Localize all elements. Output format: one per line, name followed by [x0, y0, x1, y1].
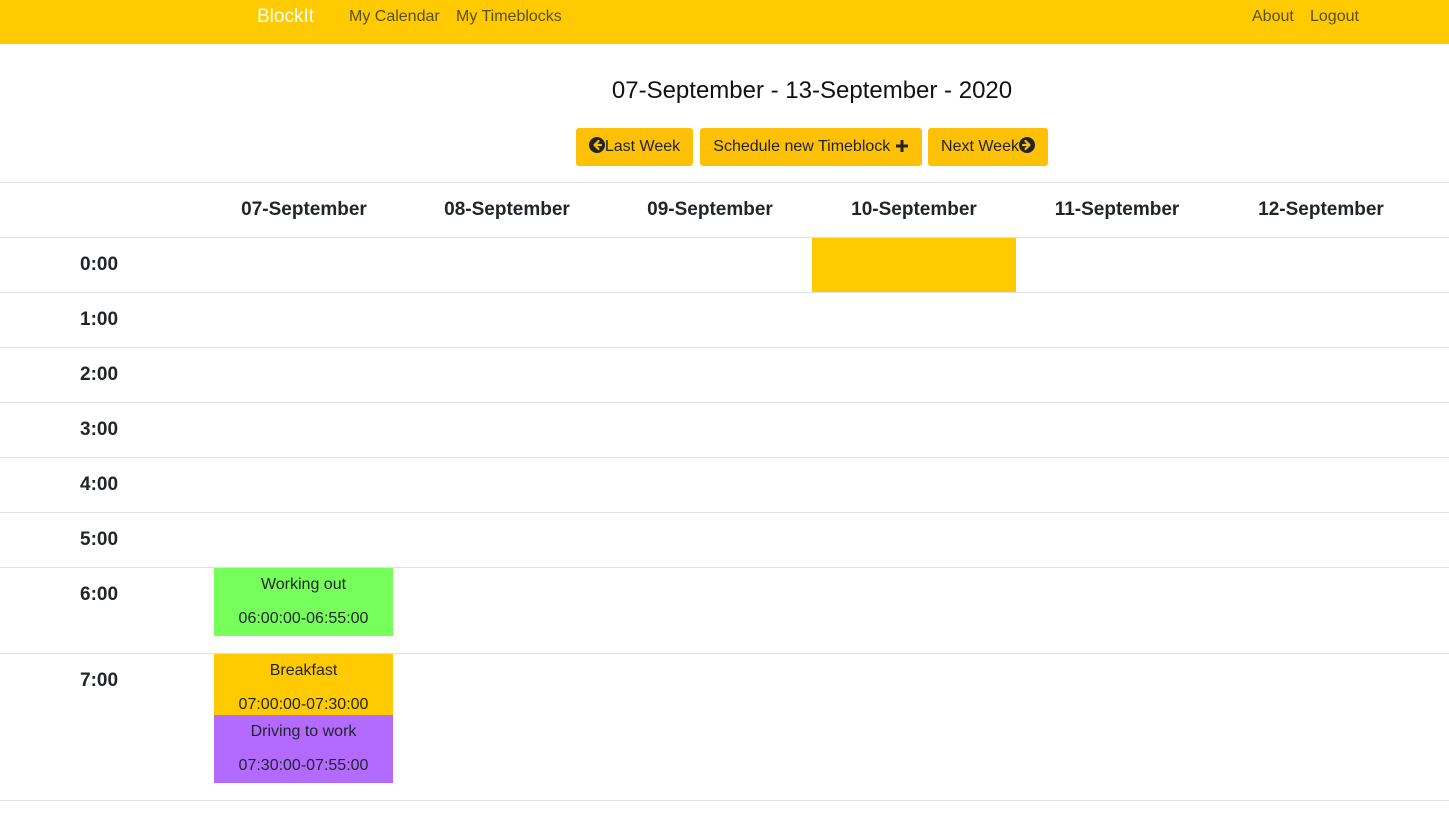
day-header: 07-September — [241, 199, 367, 220]
arrow-left-circle-icon — [588, 137, 605, 153]
day-header: 12-September — [1258, 199, 1384, 220]
navbar: BlockIt My Calendar My Timeblocks About … — [0, 0, 1449, 44]
schedule-timeblock-button[interactable]: Schedule new Timeblock — [700, 128, 922, 166]
plus-icon — [895, 140, 908, 152]
timeblock[interactable]: Driving to work 07:30:00-07:55:00 — [214, 715, 393, 783]
hour-label: 7:00 — [80, 670, 119, 691]
timeblock[interactable] — [812, 238, 1016, 292]
row-divider — [0, 402, 1449, 403]
table-top-border — [0, 182, 1449, 183]
timeblock-time: 07:30:00-07:55:00 — [238, 757, 369, 774]
timeblock-title: Driving to work — [250, 723, 357, 740]
hour-label: 5:00 — [80, 529, 119, 550]
timeblock-time: 06:00:00-06:55:00 — [238, 610, 369, 627]
timeblock[interactable]: Working out 06:00:00-06:55:00 — [214, 568, 393, 636]
row-divider — [0, 292, 1449, 293]
hour-label: 3:00 — [80, 419, 119, 440]
nav-logout[interactable]: Logout — [1310, 8, 1359, 26]
timeblock-title: Breakfast — [269, 662, 338, 679]
row-divider — [0, 237, 1449, 238]
nav-about[interactable]: About — [1252, 8, 1294, 26]
hour-label: 4:00 — [80, 474, 119, 495]
last-week-label: Last Week — [604, 138, 681, 155]
row-divider — [0, 800, 1449, 801]
next-week-button[interactable]: Next Week — [928, 128, 1048, 166]
timeblock[interactable]: Breakfast 07:00:00-07:30:00 — [214, 654, 393, 715]
last-week-button[interactable]: Last Week — [576, 128, 693, 166]
row-divider — [0, 347, 1449, 348]
day-header: 10-September — [851, 199, 977, 220]
row-divider — [0, 512, 1449, 513]
hour-label: 1:00 — [80, 309, 119, 330]
arrow-right-circle-icon — [1018, 137, 1035, 153]
week-title: 07-September - 13-September - 2020 — [611, 77, 1013, 104]
timeblock-time: 07:00:00-07:30:00 — [238, 696, 369, 713]
day-header: 08-September — [444, 199, 570, 220]
row-divider — [0, 457, 1449, 458]
nav-my-calendar[interactable]: My Calendar — [349, 8, 440, 26]
brand-logo[interactable]: BlockIt — [257, 6, 314, 28]
day-header: 11-September — [1054, 199, 1180, 220]
hour-label: 2:00 — [80, 364, 119, 385]
next-week-label: Next Week — [941, 138, 1019, 155]
nav-my-timeblocks[interactable]: My Timeblocks — [456, 8, 562, 26]
hour-label: 6:00 — [80, 584, 119, 605]
hour-label: 0:00 — [80, 254, 119, 275]
timeblock-title: Working out — [260, 576, 347, 593]
day-header: 09-September — [647, 199, 773, 220]
schedule-timeblock-label: Schedule new Timeblock — [713, 138, 891, 155]
